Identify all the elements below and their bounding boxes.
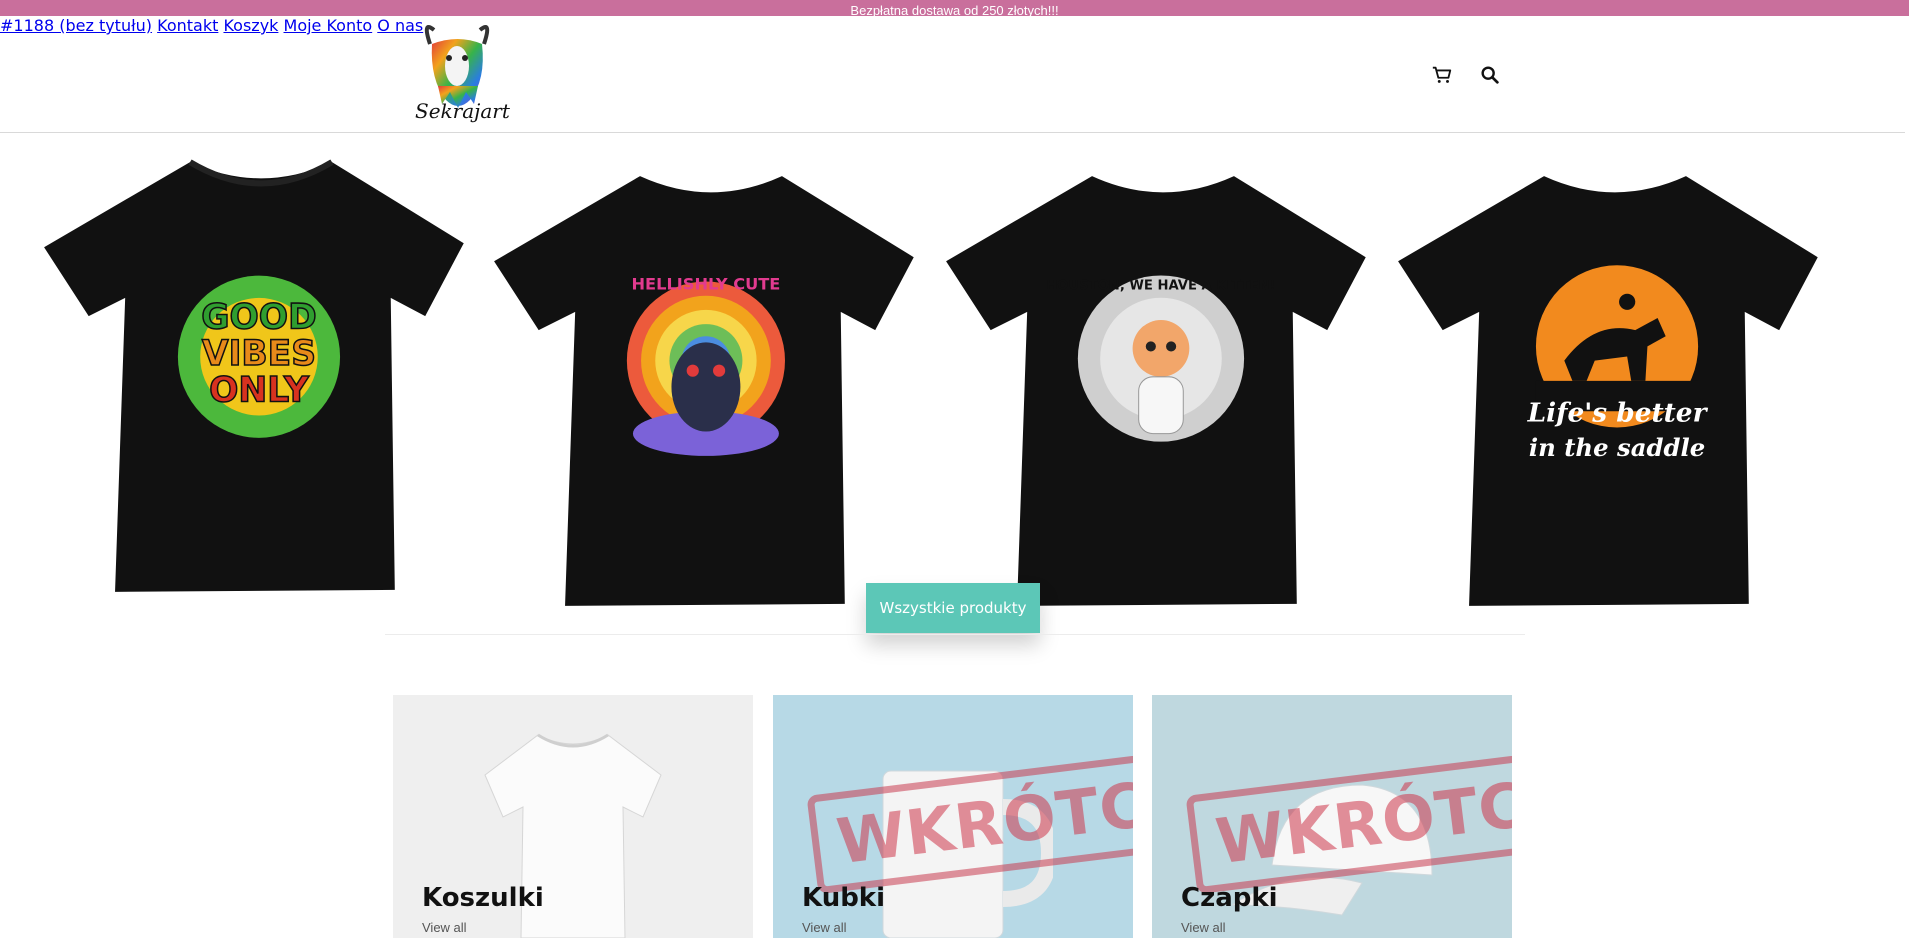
category-link-koszulki[interactable]: View all [422, 920, 467, 935]
shirt1-line2: VIBES [202, 334, 316, 374]
tshirt-good-vibes[interactable]: GOOD VIBES ONLY [38, 154, 484, 600]
cart-icon[interactable] [1431, 64, 1453, 86]
category-czapki[interactable]: WKRÓTCE Czapki View all [1152, 695, 1512, 938]
tshirt-saddle[interactable]: Life's better in the saddle [1392, 168, 1838, 614]
section-divider [385, 634, 1525, 635]
nav-item-kontakt[interactable]: Kontakt [157, 16, 218, 35]
hero-carousel: GOOD VIBES ONLY HELLISHLY CUTE HOUSTON, … [0, 134, 1909, 634]
site-header: Sekrajart #1188 (bez tytułu) Kontakt Kos… [0, 16, 1905, 133]
category-link-kubki[interactable]: View all [802, 920, 847, 935]
shirt3-arc: HOUSTON, WE HAVE A KITTEN! [1046, 279, 1275, 294]
shirt4-line1: Life's better [1527, 397, 1709, 428]
category-kubki[interactable]: WKRÓTCE Kubki View all [773, 695, 1133, 938]
shirt4-line2: in the saddle [1529, 433, 1705, 462]
shirt1-line3: ONLY [209, 370, 310, 410]
tshirt-hellishly-cute[interactable]: HELLISHLY CUTE [488, 168, 934, 614]
all-products-button[interactable]: Wszystkie produkty [866, 583, 1040, 633]
nav-item-untitled[interactable]: #1188 (bez tytułu) [0, 16, 152, 35]
category-link-czapki[interactable]: View all [1181, 920, 1226, 935]
category-title-koszulki: Koszulki [422, 883, 544, 913]
search-icon[interactable] [1479, 64, 1501, 86]
nav-item-koszyk[interactable]: Koszyk [223, 16, 278, 35]
logo-text[interactable]: Sekrajart [415, 99, 510, 123]
promo-text: Bezpłatna dostawa od 250 złotych!!! [850, 3, 1059, 16]
shirt1-line1: GOOD [201, 297, 316, 337]
category-koszulki[interactable]: Koszulki View all [393, 695, 753, 938]
category-title-kubki: Kubki [802, 883, 886, 913]
shirt2-arc: HELLISHLY CUTE [631, 275, 780, 294]
category-title-czapki: Czapki [1181, 883, 1278, 913]
nav-item-moje-konto[interactable]: Moje Konto [284, 16, 373, 35]
tshirt-houston-kitten[interactable]: HOUSTON, WE HAVE A KITTEN! [940, 168, 1386, 614]
promo-topbar: Bezpłatna dostawa od 250 złotych!!! [0, 0, 1909, 16]
